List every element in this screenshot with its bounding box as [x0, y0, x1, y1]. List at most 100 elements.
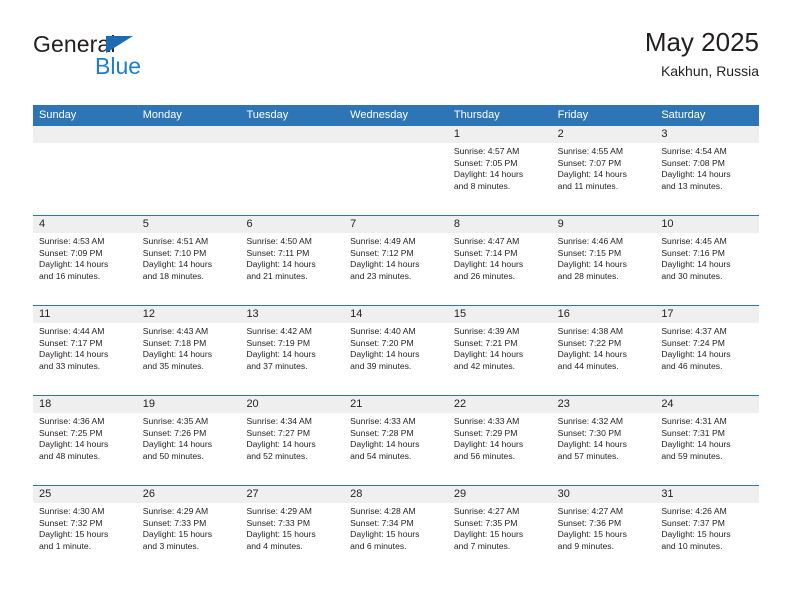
day-cell[interactable]: 9 Sunrise: 4:46 AM Sunset: 7:15 PM Dayli…: [551, 216, 656, 305]
daylight-text-line1: Daylight: 14 hours: [350, 349, 420, 360]
day-number: 20: [240, 396, 345, 413]
day-cell[interactable]: 10 Sunrise: 4:45 AM Sunset: 7:16 PM Dayl…: [655, 216, 760, 305]
day-cell[interactable]: 19 Sunrise: 4:35 AM Sunset: 7:26 PM Dayl…: [136, 396, 241, 485]
day-details: Sunrise: 4:36 AM Sunset: 7:25 PM Dayligh…: [33, 413, 137, 462]
day-details: Sunrise: 4:57 AM Sunset: 7:05 PM Dayligh…: [448, 143, 552, 192]
day-cell[interactable]: 16 Sunrise: 4:38 AM Sunset: 7:22 PM Dayl…: [551, 306, 656, 395]
day-cell[interactable]: 28 Sunrise: 4:28 AM Sunset: 7:34 PM Dayl…: [344, 486, 448, 575]
day-cell[interactable]: 5 Sunrise: 4:51 AM Sunset: 7:10 PM Dayli…: [136, 216, 241, 305]
day-cell[interactable]: [136, 126, 241, 215]
sunset-text: Sunset: 7:16 PM: [661, 247, 725, 258]
daylight-text-line2: and 39 minutes.: [350, 360, 412, 371]
day-cell[interactable]: [240, 126, 345, 215]
day-cell[interactable]: 8 Sunrise: 4:47 AM Sunset: 7:14 PM Dayli…: [447, 216, 552, 305]
day-details: Sunrise: 4:31 AM Sunset: 7:31 PM Dayligh…: [655, 413, 759, 462]
day-details: Sunrise: 4:43 AM Sunset: 7:18 PM Dayligh…: [137, 323, 241, 372]
day-number: 15: [447, 306, 552, 323]
day-cell[interactable]: 2 Sunrise: 4:55 AM Sunset: 7:07 PM Dayli…: [551, 126, 656, 215]
day-details: Sunrise: 4:28 AM Sunset: 7:34 PM Dayligh…: [344, 503, 448, 552]
sunset-text: Sunset: 7:21 PM: [453, 337, 518, 348]
day-details: Sunrise: 4:38 AM Sunset: 7:22 PM Dayligh…: [552, 323, 656, 372]
daylight-text-line2: and 30 minutes.: [661, 270, 723, 281]
day-number: [136, 126, 241, 143]
daylight-text-line1: Daylight: 14 hours: [39, 349, 109, 360]
weekday-header-saturday: Saturday: [661, 109, 706, 121]
day-details: Sunrise: 4:40 AM Sunset: 7:20 PM Dayligh…: [344, 323, 448, 372]
weekday-header-row: Sunday Monday Tuesday Wednesday Thursday…: [33, 105, 759, 126]
day-number: 10: [655, 216, 760, 233]
day-cell[interactable]: 4 Sunrise: 4:53 AM Sunset: 7:09 PM Dayli…: [33, 216, 137, 305]
day-cell[interactable]: 27 Sunrise: 4:29 AM Sunset: 7:33 PM Dayl…: [240, 486, 345, 575]
sunset-text: Sunset: 7:33 PM: [246, 517, 310, 528]
daylight-text-line1: Daylight: 14 hours: [557, 439, 627, 450]
day-cell[interactable]: [344, 126, 448, 215]
day-details: Sunrise: 4:55 AM Sunset: 7:07 PM Dayligh…: [552, 143, 656, 192]
day-cell[interactable]: 7 Sunrise: 4:49 AM Sunset: 7:12 PM Dayli…: [344, 216, 448, 305]
day-number: 11: [33, 306, 137, 323]
day-cell[interactable]: 29 Sunrise: 4:27 AM Sunset: 7:35 PM Dayl…: [447, 486, 552, 575]
daylight-text-line1: Daylight: 14 hours: [246, 259, 316, 270]
day-number: 29: [447, 486, 552, 503]
day-details: Sunrise: 4:46 AM Sunset: 7:15 PM Dayligh…: [552, 233, 656, 282]
day-cell[interactable]: 25 Sunrise: 4:30 AM Sunset: 7:32 PM Dayl…: [33, 486, 137, 575]
day-cell[interactable]: 20 Sunrise: 4:34 AM Sunset: 7:27 PM Dayl…: [240, 396, 345, 485]
daylight-text-line2: and 52 minutes.: [246, 450, 308, 461]
day-cell[interactable]: 26 Sunrise: 4:29 AM Sunset: 7:33 PM Dayl…: [136, 486, 241, 575]
day-number: 9: [551, 216, 656, 233]
daylight-text-line1: Daylight: 14 hours: [453, 259, 524, 270]
daylight-text-line2: and 16 minutes.: [39, 270, 101, 281]
day-cell[interactable]: [33, 126, 137, 215]
day-cell[interactable]: 24 Sunrise: 4:31 AM Sunset: 7:31 PM Dayl…: [655, 396, 760, 485]
day-cell[interactable]: 13 Sunrise: 4:42 AM Sunset: 7:19 PM Dayl…: [240, 306, 345, 395]
daylight-text-line1: Daylight: 14 hours: [557, 259, 627, 270]
daylight-text-line1: Daylight: 14 hours: [453, 169, 524, 180]
sunrise-text: Sunrise: 4:27 AM: [557, 506, 624, 516]
day-cell[interactable]: 11 Sunrise: 4:44 AM Sunset: 7:17 PM Dayl…: [33, 306, 137, 395]
day-number: 13: [240, 306, 345, 323]
day-details: Sunrise: 4:50 AM Sunset: 7:11 PM Dayligh…: [240, 233, 344, 282]
sunrise-text: Sunrise: 4:39 AM: [453, 326, 520, 336]
day-cell[interactable]: 23 Sunrise: 4:32 AM Sunset: 7:30 PM Dayl…: [551, 396, 656, 485]
day-cell[interactable]: 6 Sunrise: 4:50 AM Sunset: 7:11 PM Dayli…: [240, 216, 345, 305]
day-number: 4: [33, 216, 137, 233]
day-cell[interactable]: 30 Sunrise: 4:27 AM Sunset: 7:36 PM Dayl…: [551, 486, 656, 575]
daylight-text-line1: Daylight: 14 hours: [453, 349, 524, 360]
sunrise-text: Sunrise: 4:35 AM: [142, 416, 209, 426]
sunset-text: Sunset: 7:27 PM: [246, 427, 310, 438]
day-cell[interactable]: 3 Sunrise: 4:54 AM Sunset: 7:08 PM Dayli…: [655, 126, 760, 215]
daylight-text-line2: and 8 minutes.: [453, 180, 511, 191]
sunrise-text: Sunrise: 4:53 AM: [39, 236, 105, 246]
day-cell[interactable]: 14 Sunrise: 4:40 AM Sunset: 7:20 PM Dayl…: [344, 306, 448, 395]
daylight-text-line2: and 23 minutes.: [350, 270, 412, 281]
day-details: Sunrise: 4:32 AM Sunset: 7:30 PM Dayligh…: [552, 413, 656, 462]
day-cell[interactable]: 18 Sunrise: 4:36 AM Sunset: 7:25 PM Dayl…: [33, 396, 137, 485]
day-cell[interactable]: 15 Sunrise: 4:39 AM Sunset: 7:21 PM Dayl…: [447, 306, 552, 395]
sunset-text: Sunset: 7:17 PM: [39, 337, 103, 348]
daylight-text-line1: Daylight: 14 hours: [246, 349, 316, 360]
day-cell[interactable]: 1 Sunrise: 4:57 AM Sunset: 7:05 PM Dayli…: [447, 126, 552, 215]
day-cell[interactable]: 21 Sunrise: 4:33 AM Sunset: 7:28 PM Dayl…: [344, 396, 448, 485]
weekday-header-monday: Monday: [142, 109, 182, 121]
day-number: 8: [447, 216, 552, 233]
day-cell[interactable]: 22 Sunrise: 4:33 AM Sunset: 7:29 PM Dayl…: [447, 396, 552, 485]
general-blue-logo[interactable]: General Blue: [33, 32, 263, 88]
sunrise-text: Sunrise: 4:45 AM: [661, 236, 727, 246]
day-number: 30: [551, 486, 656, 503]
day-details: Sunrise: 4:27 AM Sunset: 7:36 PM Dayligh…: [552, 503, 656, 552]
day-cell[interactable]: 17 Sunrise: 4:37 AM Sunset: 7:24 PM Dayl…: [655, 306, 760, 395]
daylight-text-line1: Daylight: 14 hours: [557, 349, 627, 360]
daylight-text-line2: and 21 minutes.: [246, 270, 308, 281]
daylight-text-line1: Daylight: 14 hours: [661, 259, 731, 270]
day-cell[interactable]: 12 Sunrise: 4:43 AM Sunset: 7:18 PM Dayl…: [136, 306, 241, 395]
day-cell[interactable]: 31 Sunrise: 4:26 AM Sunset: 7:37 PM Dayl…: [655, 486, 760, 575]
sunset-text: Sunset: 7:14 PM: [453, 247, 518, 258]
day-number: 23: [551, 396, 656, 413]
daylight-text-line2: and 9 minutes.: [557, 540, 614, 551]
day-details: Sunrise: 4:35 AM Sunset: 7:26 PM Dayligh…: [137, 413, 241, 462]
sunrise-text: Sunrise: 4:33 AM: [453, 416, 520, 426]
daylight-text-line2: and 26 minutes.: [453, 270, 516, 281]
sunset-text: Sunset: 7:09 PM: [39, 247, 103, 258]
daylight-text-line1: Daylight: 14 hours: [557, 169, 627, 180]
calendar-week-row: 11 Sunrise: 4:44 AM Sunset: 7:17 PM Dayl…: [33, 305, 760, 395]
sunset-text: Sunset: 7:11 PM: [246, 247, 310, 258]
